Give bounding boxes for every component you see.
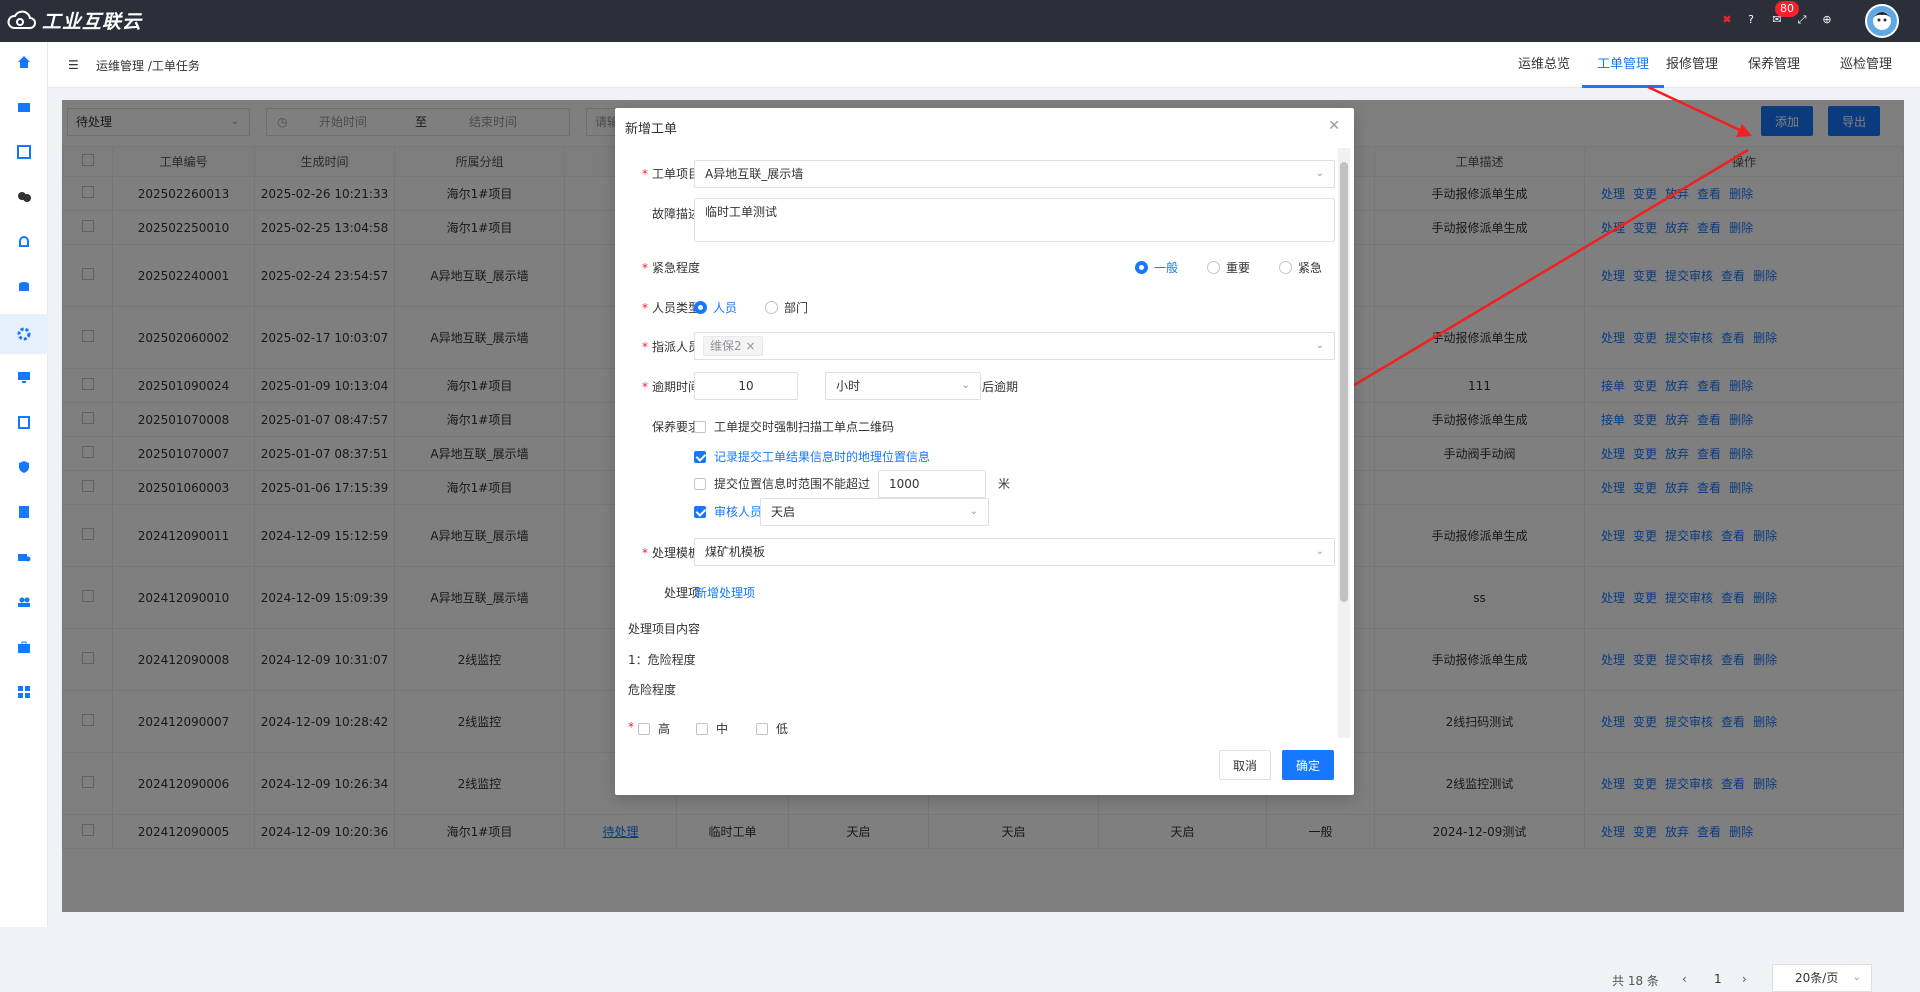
danger-high-checkbox[interactable]: 高 [638, 720, 670, 737]
person-type-person-radio[interactable]: 人员 [694, 299, 737, 316]
overdue-input[interactable]: 10 [694, 372, 798, 400]
req-scan-qr-checkbox[interactable]: 工单提交时强制扫描工单点二维码 [694, 418, 894, 435]
req-geo-location-checkbox[interactable]: 记录提交工单结果信息时的地理位置信息 [694, 448, 930, 465]
req-reviewer-checkbox[interactable]: 审核人员 [694, 503, 762, 520]
maint-label: 保养要求 [651, 420, 700, 434]
page-size-select[interactable]: 20条/页 ⌄ [1772, 964, 1872, 992]
chevron-down-icon: ⌄ [1852, 972, 1861, 983]
template-select[interactable]: 煤矿机模板 ⌄ [694, 538, 1335, 566]
chevron-down-icon: ⌄ [1315, 340, 1324, 351]
tag-close-icon[interactable]: × [745, 339, 755, 353]
add-proc-link[interactable]: 新增处理项 [695, 584, 755, 601]
close-icon[interactable]: ✕ [1328, 118, 1340, 134]
item-label: * 工单项目 [641, 167, 700, 181]
chevron-down-icon: ⌄ [1315, 546, 1324, 557]
pager-total: 共 18 条 [1612, 974, 1659, 988]
overdue-unit-select[interactable]: 小时 ⌄ [825, 372, 981, 400]
confirm-button[interactable]: 确定 [1282, 750, 1334, 780]
range-unit: 米 [998, 477, 1011, 491]
danger-required-mark: * [628, 720, 634, 734]
overdue-label: * 逾期时间 [641, 380, 700, 394]
dialog-title: 新增工单 [625, 122, 678, 137]
proc-content-title: 处理项目内容 [628, 622, 701, 636]
person-type-dept-radio[interactable]: 部门 [765, 299, 808, 316]
danger-low-checkbox[interactable]: 低 [756, 720, 788, 737]
reviewer-select[interactable]: 天启 ⌄ [760, 498, 989, 526]
chevron-down-icon: ⌄ [969, 506, 978, 517]
next-page-icon[interactable]: › [1742, 972, 1747, 986]
req-range-checkbox[interactable]: 提交位置信息时范围不能超过 [694, 475, 870, 492]
cancel-button[interactable]: 取消 [1219, 750, 1271, 780]
desc-textarea[interactable]: 临时工单测试 [694, 198, 1335, 242]
person-type-label: * 人员类型 [641, 301, 700, 315]
proc-label: 处理项 [663, 586, 700, 600]
danger-mid-checkbox[interactable]: 中 [696, 720, 728, 737]
chevron-down-icon: ⌄ [1315, 168, 1324, 179]
item-select[interactable]: A异地互联_展示墙 ⌄ [694, 160, 1335, 188]
template-label: * 处理模板 [641, 546, 700, 560]
dialog-scrollbar[interactable] [1338, 148, 1350, 738]
assignee-label: * 指派人员 [641, 340, 700, 354]
proc-item: 1：危险程度 [628, 653, 696, 667]
chevron-down-icon: ⌄ [961, 380, 970, 391]
desc-label: 故障描述 [651, 207, 700, 221]
new-work-order-dialog: 新增工单 ✕ * 工单项目 A异地互联_展示墙 ⌄ 故障描述 临时工单测试 * 紧急程… [615, 108, 1354, 795]
urgency-urgent-radio[interactable]: 紧急 [1279, 259, 1339, 276]
assignee-select[interactable]: 维保2 × ⌄ [694, 332, 1335, 360]
assignee-tag: 维保2 × [703, 336, 763, 356]
urgency-normal-radio[interactable]: 一般 [1135, 259, 1178, 276]
danger-label: 危险程度 [628, 683, 677, 697]
urgency-important-radio[interactable]: 重要 [1207, 259, 1250, 276]
prev-page-icon[interactable]: ‹ [1682, 972, 1687, 986]
pager-current[interactable]: 1 [1714, 972, 1722, 986]
range-input[interactable]: 1000 [878, 470, 986, 498]
overdue-suffix: 后逾期 [982, 380, 1019, 394]
urgency-label: * 紧急程度 [641, 261, 700, 275]
